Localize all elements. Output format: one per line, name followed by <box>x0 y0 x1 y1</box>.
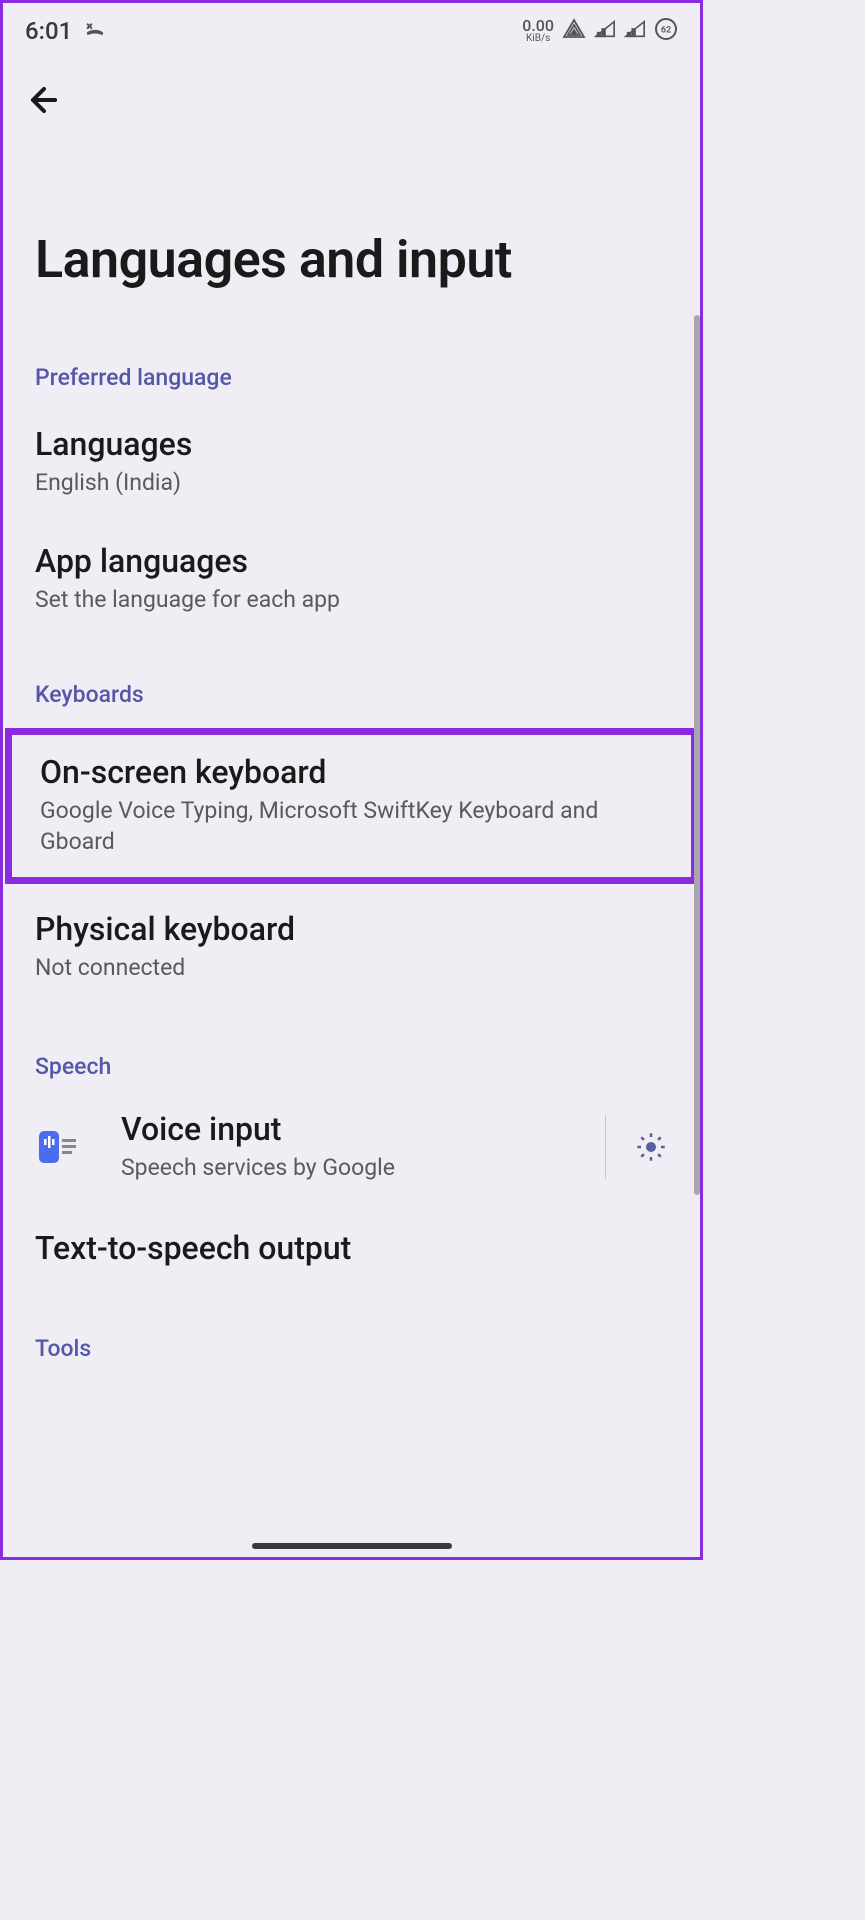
battery-icon: 62 <box>654 17 678 45</box>
setting-physical-keyboard[interactable]: Physical keyboard Not connected <box>3 888 700 1005</box>
setting-app-languages[interactable]: App languages Set the language for each … <box>3 520 700 637</box>
setting-title: Physical keyboard <box>35 910 668 948</box>
section-header-tools: Tools <box>3 1291 700 1362</box>
scroll-indicator[interactable] <box>694 315 700 1195</box>
wifi-icon <box>562 17 586 45</box>
setting-subtitle: Not connected <box>35 952 668 983</box>
section-header-keyboards: Keyboards <box>3 663 700 720</box>
setting-subtitle: Google Voice Typing, Microsoft SwiftKey … <box>40 795 663 857</box>
voice-input-icon <box>35 1125 79 1169</box>
divider <box>605 1115 606 1179</box>
setting-text-to-speech[interactable]: Text-to-speech output <box>3 1201 700 1291</box>
svg-text:62: 62 <box>661 26 671 36</box>
setting-subtitle: English (India) <box>35 467 668 498</box>
missed-call-icon <box>84 17 106 45</box>
network-speed: 0.00 KiB/s <box>522 18 554 44</box>
status-left: 6:01 <box>25 17 106 45</box>
setting-title: Voice input <box>121 1110 577 1148</box>
setting-on-screen-keyboard[interactable]: On-screen keyboard Google Voice Typing, … <box>5 728 698 884</box>
signal-icon-1 <box>594 18 616 44</box>
setting-languages[interactable]: Languages English (India) <box>3 403 700 520</box>
setting-subtitle: Speech services by Google <box>121 1152 577 1183</box>
nav-bar <box>3 53 700 129</box>
setting-title: Text-to-speech output <box>35 1229 668 1267</box>
setting-title: App languages <box>35 542 668 580</box>
status-bar: 6:01 0.00 KiB/s <box>3 3 700 53</box>
section-header-speech: Speech <box>3 1035 700 1092</box>
navigation-handle[interactable] <box>252 1543 452 1549</box>
back-button[interactable] <box>25 81 63 129</box>
setting-title: On-screen keyboard <box>40 753 663 791</box>
status-right: 0.00 KiB/s <box>522 17 678 45</box>
setting-title: Languages <box>35 425 668 463</box>
signal-icon-2 <box>624 18 646 44</box>
setting-voice-input[interactable]: Voice input Speech services by Google <box>3 1092 700 1201</box>
clock: 6:01 <box>25 17 72 45</box>
section-header-preferred-language: Preferred language <box>3 346 700 403</box>
page-title: Languages and input <box>3 129 700 346</box>
voice-input-text: Voice input Speech services by Google <box>121 1110 577 1183</box>
voice-input-settings-button[interactable] <box>634 1130 668 1164</box>
setting-subtitle: Set the language for each app <box>35 584 668 615</box>
